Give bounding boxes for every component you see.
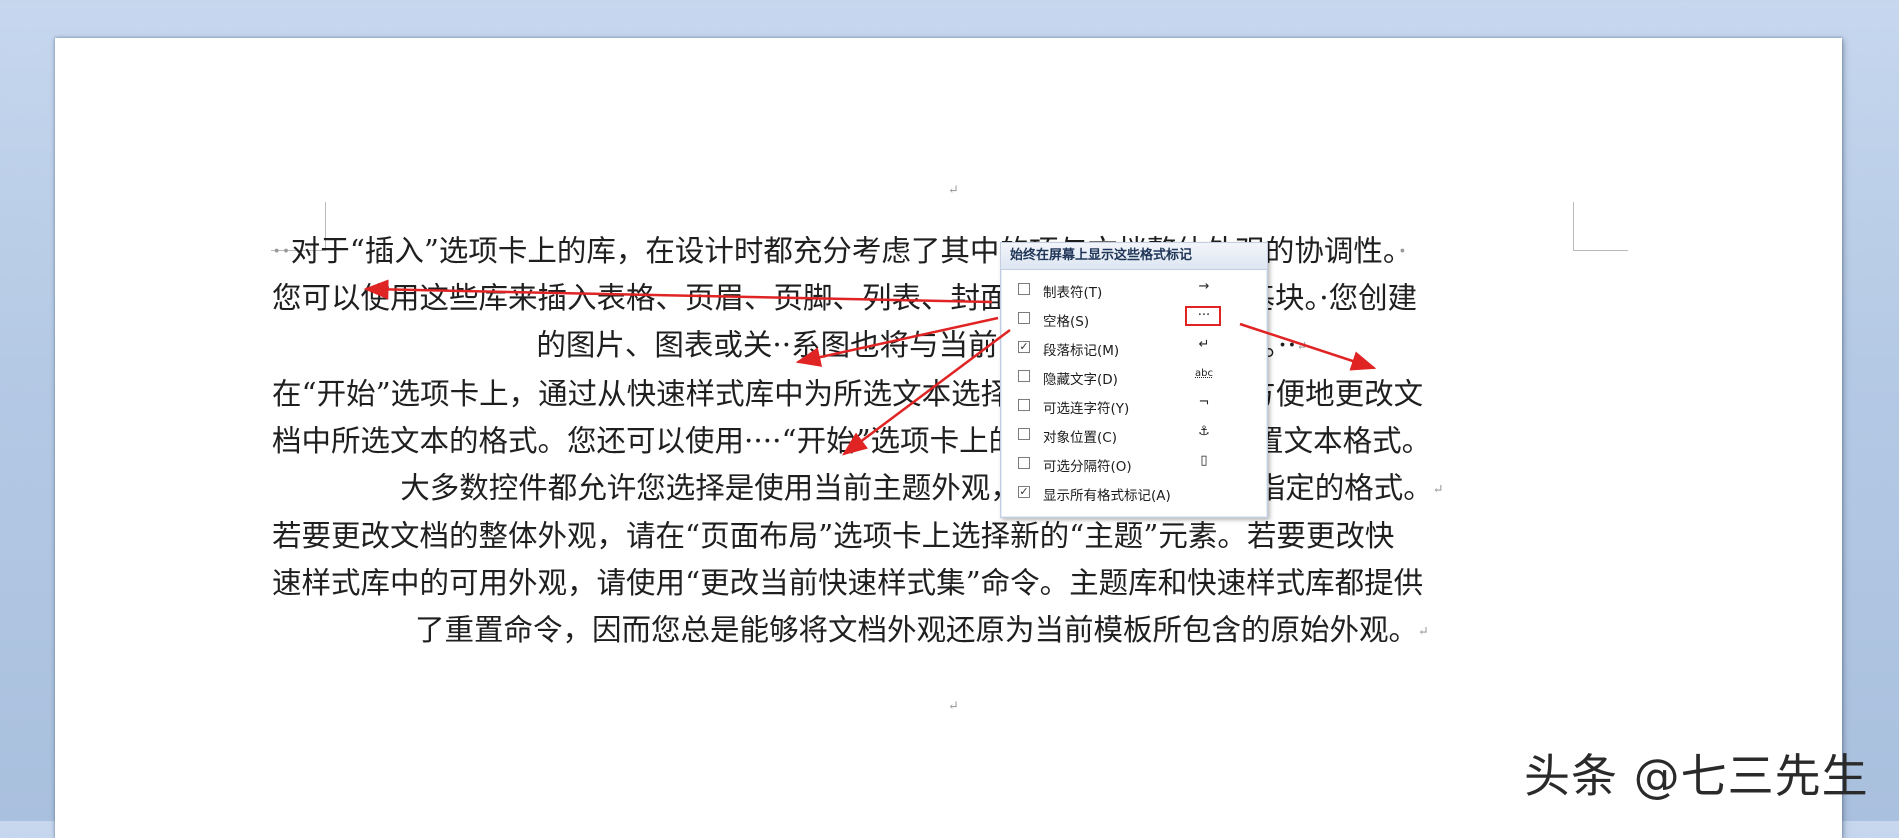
arrow-to-trailing-spaces	[1239, 322, 1377, 371]
annotation-arrows	[363, 279, 1377, 456]
arrow-to-multiple-spaces	[841, 328, 1011, 456]
watermark-text: 头条 @七三先生	[1524, 749, 1869, 803]
arrow-to-line-start-spaces	[363, 279, 993, 304]
arrow-to-midline-spaces	[795, 316, 999, 367]
